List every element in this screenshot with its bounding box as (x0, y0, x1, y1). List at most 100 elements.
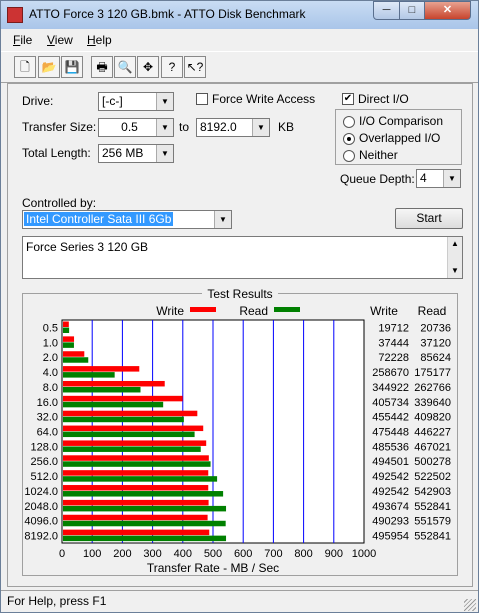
overlapped-io-radio[interactable] (343, 133, 355, 145)
x-tick-label: 200 (113, 548, 131, 560)
direct-io-checkbox[interactable]: ✔ (342, 93, 354, 105)
read-value: 522502 (414, 471, 451, 483)
y-tick-label: 4096.0 (24, 516, 58, 528)
menu-bar: File View Help (1, 30, 478, 50)
y-tick-label: 32.0 (37, 412, 58, 424)
maximize-button[interactable]: □ (399, 1, 425, 20)
read-bar (63, 491, 224, 497)
read-value: 500278 (414, 456, 451, 468)
read-value: 552841 (414, 531, 451, 543)
x-tick-label: 600 (234, 548, 252, 560)
close-button[interactable]: ✕ (424, 1, 471, 20)
menu-help[interactable]: Help (87, 33, 112, 47)
write-value: 475448 (372, 427, 409, 439)
y-tick-label: 256.0 (30, 456, 58, 468)
y-tick-label: 8.0 (43, 382, 58, 394)
write-value: 493674 (372, 501, 409, 513)
y-tick-label: 64.0 (37, 427, 58, 439)
total-length-label: Total Length: (22, 146, 91, 160)
read-bar (63, 520, 226, 527)
move-icon[interactable]: ✥ (137, 56, 159, 78)
scroll-down-icon[interactable]: ▼ (448, 264, 462, 278)
title-bar[interactable]: ATTO Force 3 120 GB.bmk - ATTO Disk Benc… (1, 1, 478, 29)
write-bar (63, 351, 85, 357)
io-comparison-radio[interactable] (343, 116, 355, 128)
transfer-size-to-select[interactable]: 8192.0 ▼ (196, 118, 270, 137)
queue-depth-select[interactable]: 4 ▼ (416, 169, 461, 188)
x-tick-label: 700 (264, 548, 282, 560)
y-tick-label: 16.0 (37, 397, 58, 409)
print-preview-icon[interactable]: 🔍 (114, 56, 136, 78)
io-comparison-label: I/O Comparison (359, 114, 444, 128)
read-value: 467021 (414, 441, 451, 453)
minimize-button[interactable]: ─ (373, 1, 400, 20)
y-tick-label: 0.5 (43, 322, 58, 334)
write-value: 455442 (372, 412, 409, 424)
app-icon (7, 7, 23, 23)
write-bar (63, 336, 75, 342)
scroll-up-icon[interactable]: ▲ (448, 237, 462, 251)
transfer-size-from-select[interactable]: 0.5 ▼ (98, 118, 174, 137)
write-value: 492542 (372, 471, 409, 483)
write-bar (63, 395, 183, 402)
read-bar (63, 416, 184, 423)
x-tick-label: 300 (143, 548, 161, 560)
kb-label: KB (278, 120, 295, 134)
read-value: 446227 (414, 427, 451, 439)
print-icon[interactable]: 🖶 (91, 56, 113, 78)
read-value: 37120 (420, 337, 451, 349)
neither-label: Neither (359, 148, 398, 162)
write-bar (63, 514, 208, 521)
menu-view[interactable]: View (47, 33, 73, 47)
x-tick-label: 400 (174, 548, 192, 560)
y-tick-label: 512.0 (30, 471, 58, 483)
write-value: 19712 (378, 322, 409, 334)
read-bar (63, 386, 141, 393)
read-value: 552841 (414, 501, 451, 513)
write-bar (63, 425, 204, 432)
write-bar (63, 499, 209, 506)
neither-radio[interactable] (343, 150, 355, 162)
app-window: ATTO Force 3 120 GB.bmk - ATTO Disk Benc… (0, 0, 479, 613)
description-text: Force Series 3 120 GB (26, 240, 149, 254)
save-icon[interactable]: 💾 (61, 56, 83, 78)
write-value: 405734 (372, 397, 409, 409)
chevron-down-icon: ▼ (443, 170, 460, 187)
write-bar (63, 366, 140, 372)
test-results-panel: Test Results Write Read Write Read Trans… (22, 287, 458, 576)
open-icon[interactable]: 📂 (38, 56, 60, 78)
to-label: to (179, 120, 190, 134)
menu-file[interactable]: File (13, 33, 32, 47)
write-bar (63, 470, 209, 476)
y-tick-label: 2048.0 (24, 501, 58, 513)
read-bar (63, 401, 164, 408)
write-bar (63, 321, 69, 327)
drive-select[interactable]: [-c-] ▼ (98, 92, 174, 111)
read-value: 20736 (420, 322, 451, 334)
read-bar (63, 372, 115, 378)
chevron-down-icon: ▼ (252, 119, 269, 136)
chevron-down-icon: ▼ (156, 119, 173, 136)
total-length-select[interactable]: 256 MB ▼ (98, 144, 174, 163)
y-tick-label: 4.0 (43, 367, 58, 379)
write-value: 72228 (378, 352, 409, 364)
read-value: 175177 (414, 367, 451, 379)
resize-grip-icon[interactable] (464, 599, 476, 611)
y-tick-label: 128.0 (30, 441, 58, 453)
new-icon[interactable]: 🗋 (14, 56, 36, 78)
start-button[interactable]: Start (395, 208, 463, 229)
write-value: 344922 (372, 382, 409, 394)
help-icon[interactable]: ? (161, 56, 183, 78)
write-legend-label: Write (156, 304, 184, 318)
force-write-checkbox[interactable] (196, 93, 208, 105)
description-textarea[interactable]: Force Series 3 120 GB ▲ ▼ (22, 236, 463, 279)
window-title: ATTO Force 3 120 GB.bmk - ATTO Disk Benc… (29, 7, 306, 21)
context-help-icon[interactable]: ↖? (184, 56, 206, 78)
x-tick-label: 100 (83, 548, 101, 560)
direct-io-label: Direct I/O (358, 92, 409, 106)
read-value: 85624 (420, 352, 451, 364)
description-scrollbar[interactable]: ▲ ▼ (447, 237, 462, 278)
read-value: 551579 (414, 516, 451, 528)
read-bar (63, 535, 227, 542)
controller-select[interactable]: Intel Controller Sata III 6Gb ▼ (22, 210, 232, 229)
